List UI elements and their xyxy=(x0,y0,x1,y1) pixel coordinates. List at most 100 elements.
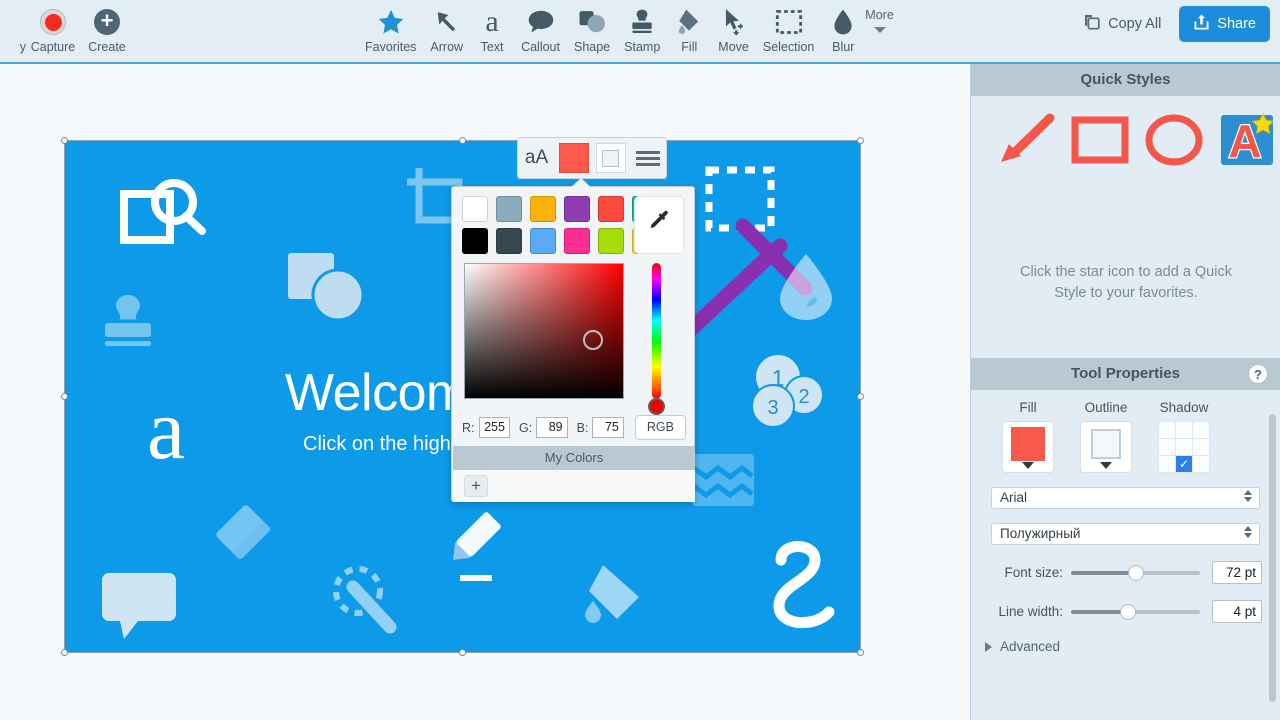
shadow-cell-4[interactable] xyxy=(1176,439,1192,455)
swatch-row-1 xyxy=(462,196,658,222)
swatch-red[interactable] xyxy=(598,196,624,222)
font-weight-select[interactable]: Полужирный xyxy=(991,523,1260,545)
swatch-pink[interactable] xyxy=(564,228,590,254)
tool-blur[interactable]: Blur xyxy=(821,0,865,62)
tool-favorites[interactable]: Favorites xyxy=(358,0,423,62)
create-button[interactable]: + Create xyxy=(80,0,134,62)
font-size-slider-knob[interactable] xyxy=(1127,564,1144,581)
swatch-orange[interactable] xyxy=(530,196,556,222)
add-color-button[interactable]: + xyxy=(464,475,488,497)
eyedropper-button[interactable] xyxy=(634,196,684,254)
outline-swatch-icon xyxy=(1091,429,1121,459)
right-panel: Quick Styles A Click the star icon to ad… xyxy=(970,64,1280,720)
quick-style-ellipse[interactable] xyxy=(1145,113,1203,172)
shadow-property: Shadow ✓ xyxy=(1158,400,1210,473)
advanced-disclosure[interactable]: Advanced xyxy=(985,639,1280,654)
hue-slider[interactable] xyxy=(652,263,661,399)
plus-circle-icon: + xyxy=(94,6,120,38)
outline-swatch-button[interactable] xyxy=(1080,421,1132,473)
font-size-slider[interactable] xyxy=(1071,564,1200,581)
quick-style-arrow[interactable] xyxy=(995,112,1055,173)
g-input[interactable]: 89 xyxy=(536,417,568,438)
chevron-down-icon[interactable] xyxy=(1022,462,1034,469)
my-colors-header: My Colors xyxy=(453,446,695,470)
shadow-cell-3[interactable] xyxy=(1159,439,1175,455)
outline-color-button[interactable] xyxy=(592,138,629,178)
help-icon[interactable]: ? xyxy=(1248,364,1268,384)
hue-slider-knob[interactable] xyxy=(648,398,665,415)
quick-style-text[interactable]: A xyxy=(1219,112,1277,173)
tool-callout[interactable]: Callout xyxy=(514,0,567,62)
shadow-cell-5[interactable] xyxy=(1193,439,1209,455)
shadow-cell-6[interactable] xyxy=(1159,456,1175,472)
fill-swatch-button[interactable] xyxy=(1002,421,1054,473)
font-size-value[interactable]: 72 pt xyxy=(1212,561,1262,584)
tool-text[interactable]: a Text xyxy=(470,0,514,62)
panel-scrollbar[interactable] xyxy=(1269,414,1276,702)
tool-arrow[interactable]: Arrow xyxy=(423,0,470,62)
shadow-cell-1[interactable] xyxy=(1176,422,1192,438)
font-style-button[interactable]: aA xyxy=(518,138,555,178)
line-thickness-button[interactable] xyxy=(629,138,666,178)
more-tools-button[interactable]: More xyxy=(865,0,894,33)
shadow-grid-icon[interactable]: ✓ xyxy=(1158,421,1210,473)
tool-shape[interactable]: Shape xyxy=(567,0,617,62)
tool-stamp[interactable]: Stamp xyxy=(617,0,667,62)
resize-handle-ne[interactable] xyxy=(857,137,864,144)
resize-handle-w[interactable] xyxy=(61,393,68,400)
capture-button[interactable]: Capture xyxy=(26,0,80,62)
chevron-down-icon[interactable] xyxy=(1100,462,1112,469)
chevron-down-icon xyxy=(873,27,886,33)
color-mode-button[interactable]: RGB xyxy=(634,415,686,440)
b-label: B: xyxy=(576,420,589,435)
tool-move[interactable]: Move xyxy=(711,0,756,62)
line-width-slider[interactable] xyxy=(1071,603,1200,620)
r-input[interactable]: 255 xyxy=(478,417,510,438)
stepper-icon[interactable] xyxy=(1244,490,1252,502)
copy-all-button[interactable]: Copy All xyxy=(1077,8,1167,40)
tool-properties-header: Tool Properties ? xyxy=(971,358,1280,390)
text-a-icon: a xyxy=(485,5,499,38)
font-weight-value: Полужирный xyxy=(1000,526,1081,541)
stepper-icon[interactable] xyxy=(1244,526,1252,538)
toolbar-tools-group: Favorites Arrow a Text Callout Shape Sta… xyxy=(358,0,894,62)
swatch-purple[interactable] xyxy=(564,196,590,222)
swatch-lime[interactable] xyxy=(598,228,624,254)
fill-color-button[interactable] xyxy=(555,138,592,178)
quick-style-rectangle[interactable] xyxy=(1071,115,1129,170)
resize-handle-s[interactable] xyxy=(459,649,466,656)
color-field-knob[interactable] xyxy=(583,330,603,350)
saturation-brightness-field[interactable] xyxy=(464,263,624,399)
eyedropper-icon xyxy=(645,209,673,242)
shadow-cell-7-selected[interactable]: ✓ xyxy=(1176,456,1192,472)
line-width-slider-knob[interactable] xyxy=(1120,603,1137,620)
color-picker-popover[interactable]: R: 255 G: 89 B: 75 RGB My Colors + xyxy=(451,186,695,502)
swatch-black[interactable] xyxy=(462,228,488,254)
shadow-cell-2[interactable] xyxy=(1193,422,1209,438)
resize-handle-se[interactable] xyxy=(857,649,864,656)
b-input[interactable]: 75 xyxy=(592,417,624,438)
tool-fill[interactable]: Fill xyxy=(667,0,711,62)
g-label: G: xyxy=(518,420,533,435)
quick-styles-list: A xyxy=(971,96,1280,173)
line-width-value[interactable]: 4 pt xyxy=(1212,600,1262,623)
font-family-select[interactable]: Arial xyxy=(991,487,1260,509)
tool-selection[interactable]: Selection xyxy=(756,0,821,62)
swatch-slate[interactable] xyxy=(496,196,522,222)
resize-handle-sw[interactable] xyxy=(61,649,68,656)
resize-handle-n[interactable] xyxy=(459,137,466,144)
swatch-white[interactable] xyxy=(462,196,488,222)
swatch-dark-slate[interactable] xyxy=(496,228,522,254)
water-drop-icon xyxy=(832,6,854,38)
r-label: R: xyxy=(462,420,475,435)
shadow-cell-0[interactable] xyxy=(1159,422,1175,438)
shadow-cell-8[interactable] xyxy=(1193,456,1209,472)
resize-handle-e[interactable] xyxy=(857,393,864,400)
share-button[interactable]: Share xyxy=(1179,6,1270,42)
swatch-light-blue[interactable] xyxy=(530,228,556,254)
resize-handle-nw[interactable] xyxy=(61,137,68,144)
stamp-icon xyxy=(629,6,655,38)
font-size-row: Font size: 72 pt xyxy=(981,561,1262,584)
toolbar-left-group: y Capture + Create xyxy=(0,0,134,62)
text-style-bar[interactable]: aA xyxy=(517,137,667,179)
